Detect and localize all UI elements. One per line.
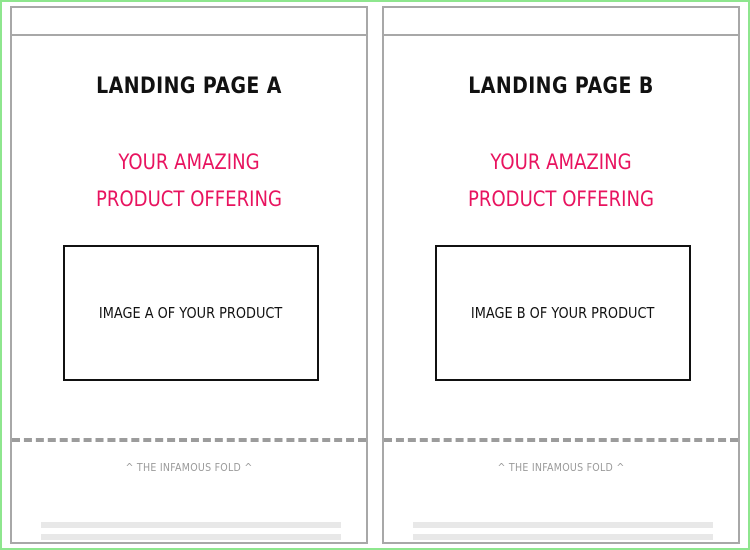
landing-page-a-frame: LANDING PAGE A YOUR AMAZING PRODUCT OFFE… <box>10 6 368 544</box>
page-title: LANDING PAGE A <box>96 74 282 99</box>
browser-bar <box>384 8 738 36</box>
product-image-label: IMAGE B OF YOUR PRODUCT <box>471 304 655 322</box>
landing-page-b-frame: LANDING PAGE B YOUR AMAZING PRODUCT OFFE… <box>382 6 740 544</box>
fold-line <box>12 438 366 442</box>
headline-line-2: PRODUCT OFFERING <box>468 187 654 211</box>
headline: YOUR AMAZING PRODUCT OFFERING <box>37 144 341 218</box>
fold-label: ^ THE INFAMOUS FOLD ^ <box>497 461 625 474</box>
headline: YOUR AMAZING PRODUCT OFFERING <box>409 144 713 218</box>
content-placeholder-line <box>41 522 341 528</box>
product-image-placeholder: IMAGE B OF YOUR PRODUCT <box>435 245 691 381</box>
headline-line-2: PRODUCT OFFERING <box>96 187 282 211</box>
fold-line <box>384 438 738 442</box>
ab-test-comparison: LANDING PAGE A YOUR AMAZING PRODUCT OFFE… <box>0 0 750 550</box>
content-placeholder-line <box>41 534 341 540</box>
headline-line-1: YOUR AMAZING <box>490 150 632 174</box>
product-image-placeholder: IMAGE A OF YOUR PRODUCT <box>63 245 319 381</box>
content-placeholder-line <box>413 522 713 528</box>
browser-bar <box>12 8 366 36</box>
fold-label: ^ THE INFAMOUS FOLD ^ <box>125 461 253 474</box>
headline-line-1: YOUR AMAZING <box>118 150 260 174</box>
product-image-label: IMAGE A OF YOUR PRODUCT <box>99 304 283 322</box>
content-placeholder-line <box>413 534 713 540</box>
page-title: LANDING PAGE B <box>468 74 654 99</box>
